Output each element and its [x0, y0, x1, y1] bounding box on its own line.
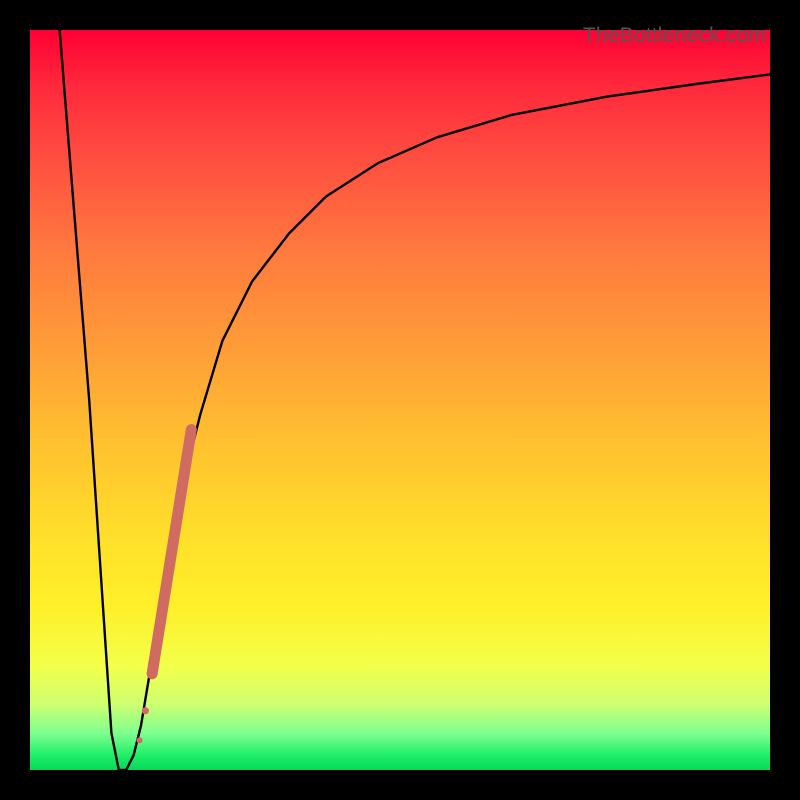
curve-layer: [30, 30, 770, 770]
highlight-segment: [152, 430, 191, 674]
bottleneck-curve: [60, 30, 770, 770]
chart-frame: TheBottleneck.com: [0, 0, 800, 800]
highlight-dot: [137, 737, 143, 743]
plot-area: [30, 30, 770, 770]
highlight-dot: [142, 707, 149, 714]
watermark-text: TheBottleneck.com: [583, 24, 766, 48]
